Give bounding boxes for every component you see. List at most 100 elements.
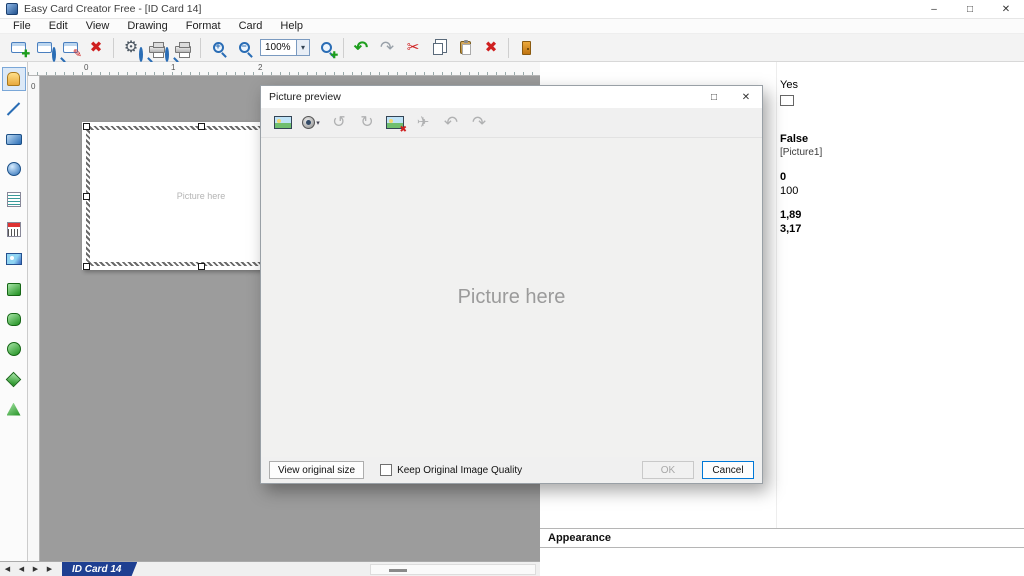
ok-button[interactable]: OK (642, 461, 694, 479)
find-card-button[interactable] (31, 36, 57, 62)
close-icon: ✕ (1001, 3, 1011, 15)
dialog-close-button[interactable]: ✕ (730, 86, 762, 108)
keep-quality-label[interactable]: Keep Original Image Quality (397, 465, 522, 476)
capture-webcam-button[interactable]: ▾ (297, 110, 325, 136)
appearance-section-header[interactable]: Appearance (540, 528, 1024, 548)
exit-button[interactable] (513, 36, 539, 60)
paste-button[interactable] (452, 36, 478, 60)
card-settings-button[interactable]: ⚙ (118, 36, 144, 62)
selection-handle[interactable] (83, 263, 90, 270)
dialog-redo-button[interactable]: ↷ (465, 110, 493, 136)
zoom-value: 100% (265, 42, 291, 53)
zoom-in-icon: + (212, 42, 224, 53)
barcode-tool[interactable] (2, 217, 26, 241)
menu-format[interactable]: Format (177, 20, 230, 32)
menu-file[interactable]: File (4, 20, 40, 32)
rectangle-tool[interactable] (2, 127, 26, 151)
rotate-right-button[interactable]: ↻ (353, 110, 381, 136)
menu-card[interactable]: Card (230, 20, 272, 32)
next-card-button[interactable]: ▶ (29, 563, 42, 576)
last-card-button[interactable]: ▶ (43, 563, 56, 576)
menu-drawing[interactable]: Drawing (118, 20, 176, 32)
green-shape-tool-1[interactable] (2, 277, 26, 301)
cancel-button[interactable]: Cancel (702, 461, 754, 479)
cut-button[interactable]: ✂ (400, 36, 426, 60)
text-tool[interactable] (2, 187, 26, 211)
magnifier-icon (52, 46, 56, 62)
crop-button[interactable]: ✈ (409, 110, 437, 136)
first-card-button[interactable]: ◀ (1, 563, 14, 576)
toolbar-separator (113, 37, 114, 58)
crop-icon: ✈ (416, 114, 430, 131)
green-shape-icon (6, 312, 21, 326)
zoom-custom-button[interactable]: ✚ (313, 36, 339, 60)
selection-handle[interactable] (198, 263, 205, 270)
green-shape-tool-4[interactable] (2, 367, 26, 391)
property-value-false[interactable]: False (780, 133, 808, 145)
maximize-button[interactable]: □ (952, 0, 988, 18)
property-value-0[interactable]: 0 (780, 171, 786, 183)
selection-handle[interactable] (83, 193, 90, 200)
ruler-mark: 2 (258, 63, 263, 72)
property-value-yes[interactable]: Yes (780, 79, 798, 91)
dropdown-icon[interactable]: ▾ (316, 119, 320, 127)
zoom-in-button[interactable]: + (205, 36, 231, 60)
print-button[interactable] (170, 36, 196, 60)
edit-card-button[interactable]: ✎ (57, 36, 83, 60)
green-shape-tool-3[interactable] (2, 337, 26, 361)
property-checkbox[interactable] (780, 95, 794, 106)
dropdown-icon[interactable]: ▾ (296, 40, 309, 55)
print-preview-button[interactable] (144, 36, 170, 62)
menu-edit[interactable]: Edit (40, 20, 77, 32)
webcam-icon (302, 116, 316, 129)
hand-icon (7, 72, 20, 86)
green-shape-icon (6, 282, 21, 296)
add-card-button[interactable]: ✚ (5, 36, 31, 60)
tab-label: ID Card 14 (72, 563, 122, 575)
delete-button[interactable]: ✖ (478, 36, 504, 60)
zoom-combobox[interactable]: 100% ▾ (260, 39, 310, 56)
property-value-picture1[interactable]: [Picture1] (780, 147, 822, 158)
redo-icon: ↷ (471, 113, 487, 132)
undo-button[interactable]: ↶ (348, 36, 374, 60)
first-icon: ◀ (4, 566, 11, 573)
redo-button[interactable]: ↷ (374, 36, 400, 60)
property-value-height[interactable]: 3,17 (780, 223, 801, 235)
selection-handle[interactable] (198, 123, 205, 130)
green-shape-icon (6, 402, 21, 416)
selection-handle[interactable] (83, 123, 90, 130)
keep-quality-checkbox[interactable] (380, 464, 393, 476)
zoom-out-button[interactable]: − (231, 36, 257, 60)
view-original-size-button[interactable]: View original size (269, 461, 365, 479)
close-button[interactable]: ✕ (988, 0, 1024, 18)
minimize-button[interactable]: – (916, 0, 952, 18)
undo-icon: ↶ (443, 113, 459, 132)
green-shape-tool-5[interactable] (2, 397, 26, 421)
menu-view[interactable]: View (77, 20, 119, 32)
open-image-button[interactable] (269, 110, 297, 136)
barcode-icon (6, 221, 21, 237)
menu-help[interactable]: Help (271, 20, 312, 32)
undo-icon: ↶ (353, 38, 369, 57)
horizontal-scrollbar[interactable] (370, 564, 536, 575)
scrollbar-thumb[interactable] (389, 569, 407, 572)
line-tool[interactable] (2, 97, 26, 121)
property-value-100[interactable]: 100 (780, 185, 798, 197)
green-shape-tool-2[interactable] (2, 307, 26, 331)
property-grid-divider (776, 62, 777, 528)
tab-id-card-14[interactable]: ID Card 14 (62, 561, 138, 576)
property-value-width[interactable]: 1,89 (780, 209, 801, 221)
printer-icon (149, 41, 165, 58)
copy-button[interactable] (426, 36, 452, 60)
printer-icon (175, 41, 191, 58)
dialog-title: Picture preview (269, 91, 341, 103)
previous-card-button[interactable]: ◀ (15, 563, 28, 576)
dialog-maximize-button[interactable]: □ (698, 86, 730, 108)
remove-image-button[interactable]: ✖ (381, 110, 409, 136)
rotate-left-button[interactable]: ↺ (325, 110, 353, 136)
image-tool[interactable] (2, 247, 26, 271)
delete-card-button[interactable]: ✖ (83, 36, 109, 60)
ellipse-tool[interactable] (2, 157, 26, 181)
dialog-undo-button[interactable]: ↶ (437, 110, 465, 136)
hand-tool[interactable] (1, 67, 26, 91)
